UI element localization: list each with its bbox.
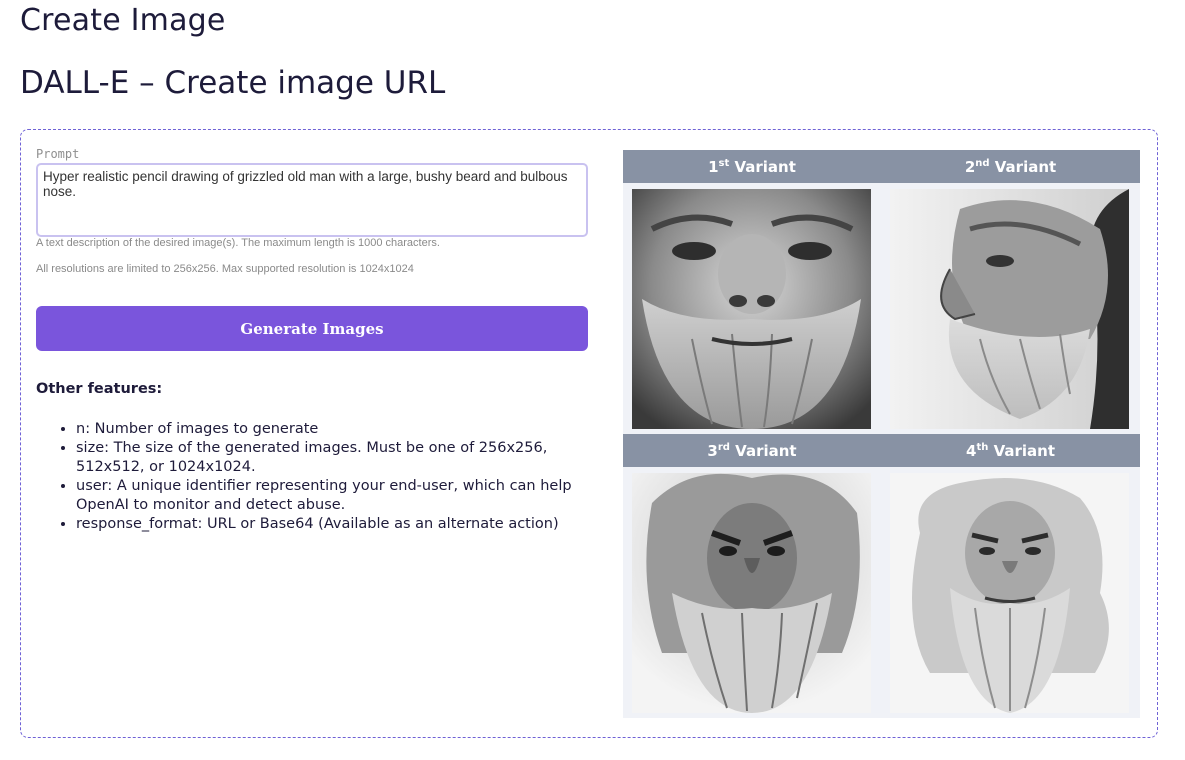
feature-item: size: The size of the generated images. …	[76, 439, 581, 477]
variant-number: 2	[964, 158, 976, 176]
variant-ordinal: nd	[975, 158, 990, 169]
variant-header-2: 2nd Variant	[881, 150, 1140, 183]
variant-ordinal: st	[718, 158, 730, 169]
feature-item: user: A unique identifier representing y…	[76, 477, 581, 515]
variant-gallery: 1st Variant 2nd Variant 3rd Variant 4th …	[623, 150, 1140, 718]
prompt-input[interactable]	[36, 163, 588, 237]
variant-ordinal: th	[976, 442, 989, 453]
prompt-label: Prompt	[36, 147, 80, 161]
variant-number: 1	[708, 158, 719, 176]
resolution-helper-text: All resolutions are limited to 256x256. …	[36, 263, 414, 275]
variant-image-3[interactable]	[632, 473, 871, 713]
variant-number: 4	[966, 442, 977, 460]
variant-ordinal: rd	[717, 442, 730, 453]
variant-header-4: 4th Variant	[881, 434, 1140, 467]
variant-header-3: 3rd Variant	[623, 434, 881, 467]
variant-header-1: 1st Variant	[623, 150, 881, 183]
feature-item: n: Number of images to generate	[76, 420, 581, 439]
generate-images-button[interactable]: Generate Images	[36, 306, 588, 351]
variant-label: Variant	[734, 158, 796, 176]
variant-label: Variant	[994, 158, 1057, 176]
features-heading: Other features:	[36, 381, 163, 397]
variant-label: Variant	[735, 442, 797, 460]
feature-item: response_format: URL or Base64 (Availabl…	[76, 515, 581, 534]
page-title: Create Image	[20, 3, 226, 38]
variant-image-1[interactable]	[632, 189, 871, 429]
variant-image-4[interactable]	[890, 473, 1129, 713]
variant-image-2[interactable]	[890, 189, 1129, 429]
features-list: n: Number of images to generate size: Th…	[36, 420, 581, 534]
section-title: DALL-E – Create image URL	[20, 65, 446, 101]
prompt-helper-text: A text description of the desired image(…	[36, 237, 440, 249]
variant-number: 3	[707, 442, 718, 460]
variant-label: Variant	[993, 442, 1055, 460]
create-image-panel: Prompt A text description of the desired…	[20, 129, 1158, 738]
